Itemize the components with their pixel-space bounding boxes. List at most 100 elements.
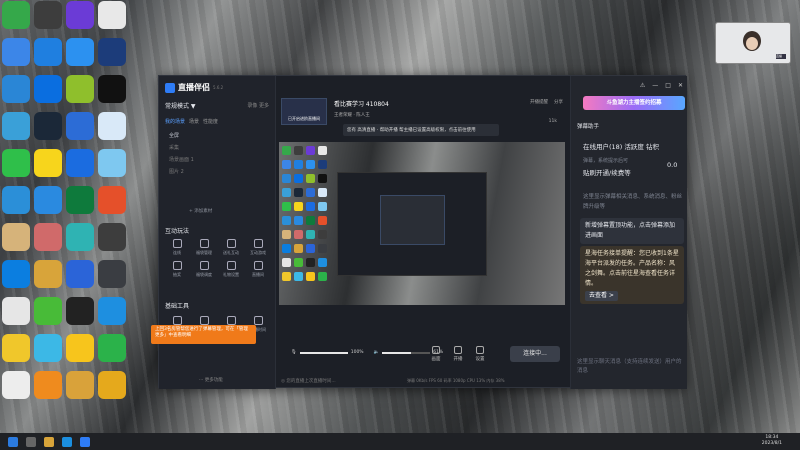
desktop-app-icon[interactable] — [98, 38, 126, 66]
desktop-app-icon[interactable] — [98, 371, 126, 399]
feature-notice-card[interactable]: 新增弹幕置顶功能，点击弹幕添加进画面 — [580, 218, 684, 244]
desktop-app-icon[interactable] — [34, 1, 62, 29]
speaker-volume-slider[interactable] — [382, 351, 431, 354]
desktop-app-icon[interactable] — [34, 297, 62, 325]
desktop-app-icon[interactable] — [2, 38, 30, 66]
mic-volume-slider[interactable] — [299, 351, 348, 354]
chat-input-hint[interactable]: 这里显示聊天消息（支持连续发送）用户的消息 — [577, 358, 682, 376]
close-button[interactable]: ✕ — [678, 82, 683, 89]
clock[interactable]: 18:34 2023/8/1 — [762, 435, 782, 447]
tool-button[interactable]: 福袋调度 — [192, 261, 216, 278]
tool-button[interactable]: 互动游戏 — [246, 239, 270, 256]
right-panel: ⚠ — □ ✕ 斗鱼湖力主播签约招募 弹幕助手 在线用户(18) 活跃度 钻积 … — [570, 76, 687, 389]
notification-toast[interactable]: 上回3名房管帮您进行了弹幕管理，可在「管理更多」中查看明细 — [151, 325, 256, 344]
stream-cover-thumbnail[interactable]: 已开启进阶直播间 — [281, 98, 327, 125]
desktop-app-icon[interactable] — [66, 260, 94, 288]
mic-icon[interactable]: 🎙 — [291, 350, 297, 355]
record-link[interactable]: 录像 — [247, 103, 257, 109]
desktop-app-icon[interactable] — [2, 186, 30, 214]
more-link[interactable]: 更多 — [259, 103, 269, 109]
folder-icon[interactable] — [44, 436, 54, 447]
desktop-app-icon[interactable] — [98, 260, 126, 288]
tool-button[interactable]: 连线 — [165, 239, 189, 256]
mode-dropdown[interactable]: 常规模式 ▼ — [165, 101, 196, 110]
desktop-app-icon[interactable] — [2, 112, 30, 140]
warning-icon[interactable]: ⚠ — [640, 82, 645, 89]
desktop-app-icon[interactable] — [66, 371, 94, 399]
desktop-app-icon[interactable] — [66, 297, 94, 325]
maximize-button[interactable]: □ — [665, 82, 671, 89]
share-button[interactable]: 分享 — [554, 99, 563, 105]
scene-item-capture[interactable]: 采集 — [169, 144, 179, 151]
desktop-app-icon[interactable] — [98, 186, 126, 214]
desktop-app-icon[interactable] — [66, 334, 94, 362]
ctrl-settings[interactable]: 设置 — [471, 346, 489, 362]
desktop-app-icon[interactable] — [98, 223, 126, 251]
tool-button[interactable]: 礼物设置 — [219, 261, 243, 278]
add-material-button[interactable]: + 添加素材 — [189, 208, 212, 214]
desktop-app-icon[interactable] — [66, 75, 94, 103]
tool-button[interactable]: 福袋管理 — [192, 239, 216, 256]
stream-preview[interactable] — [279, 142, 565, 305]
scene-item-screen-1[interactable]: 场景画面 1 — [169, 156, 194, 163]
desktop-app-icon[interactable] — [2, 149, 30, 177]
desktop-app-icon[interactable] — [98, 334, 126, 362]
go-view-button[interactable]: 去查看 > — [585, 291, 618, 301]
tab-performance[interactable]: 性能度 — [203, 118, 218, 125]
permission-notice[interactable]: 您有 高清直播 · 帮助开播 帮主播已设置高级权限，点击前往使用 — [343, 124, 499, 136]
desktop-app-icon[interactable] — [2, 371, 30, 399]
minimize-button[interactable]: — — [652, 82, 658, 89]
tab-my-scenes[interactable]: 我的场景 — [165, 118, 185, 125]
ctrl-screen[interactable]: 画面 — [427, 346, 445, 362]
desktop-app-icon[interactable] — [98, 297, 126, 325]
desktop-app-icon[interactable] — [2, 1, 30, 29]
scene-item-image-2[interactable]: 图片 2 — [169, 168, 184, 175]
desktop-app-icon[interactable] — [34, 260, 62, 288]
start-icon[interactable] — [8, 436, 18, 447]
desktop-app-icon[interactable] — [98, 149, 126, 177]
desktop-app-icon[interactable] — [34, 75, 62, 103]
tool-button[interactable]: 直播间 — [246, 261, 270, 278]
desktop-app-icon[interactable] — [66, 1, 94, 29]
desktop-app-icon[interactable] — [34, 38, 62, 66]
desktop-app-icon[interactable] — [34, 112, 62, 140]
desktop-app-icon[interactable] — [34, 186, 62, 214]
live-icon — [454, 346, 462, 354]
desktop-app-icon[interactable] — [2, 260, 30, 288]
desktop-app-icon[interactable] — [98, 112, 126, 140]
ctrl-live[interactable]: 开播 — [449, 346, 467, 362]
search-icon[interactable] — [26, 436, 36, 447]
desktop-app-icon[interactable] — [2, 334, 30, 362]
scene-item-fullscreen[interactable]: 全屏 — [169, 132, 179, 139]
speaker-icon[interactable]: 🔈 — [374, 350, 380, 355]
desktop-app-icon[interactable] — [66, 149, 94, 177]
live-app-taskbar-icon[interactable] — [80, 436, 90, 447]
recruit-banner[interactable]: 斗鱼湖力主播签约招募 — [583, 96, 685, 110]
desktop-app-icon[interactable] — [2, 223, 30, 251]
desktop-app-icon[interactable] — [2, 297, 30, 325]
online-users-row[interactable]: 在线用户(18) 活跃度 钻积 — [583, 142, 659, 152]
desktop-app-icon[interactable] — [2, 75, 30, 103]
desktop-app-icon[interactable] — [66, 112, 94, 140]
desktop-app-icon[interactable] — [34, 334, 62, 362]
desktop-app-icon[interactable] — [66, 38, 94, 66]
tab-scenes[interactable]: 场景 — [189, 118, 199, 125]
task-notice-card[interactable]: 星海任务接单提醒：您已收到1条星海平台派发的任务。产品名称：风之剑舞。点击前往星… — [580, 246, 684, 304]
stream-category[interactable]: 王者荣耀 · 陈人王 — [334, 112, 370, 118]
edge-icon[interactable] — [62, 436, 72, 447]
desktop-app-icon[interactable] — [98, 1, 126, 29]
tool-button[interactable]: 送礼互动 — [219, 239, 243, 256]
stream-title[interactable]: 看比赛学习 410804 — [334, 99, 389, 108]
desktop-app-icon[interactable] — [98, 75, 126, 103]
more-functions-button[interactable]: ··· 更多功能 — [199, 377, 223, 383]
app-name: 直播伴侣 — [178, 83, 210, 92]
preview-mini-icon — [294, 272, 303, 281]
desktop-app-icon[interactable] — [34, 371, 62, 399]
live-reminder-button[interactable]: 开播提醒 — [530, 99, 548, 105]
desktop-app-icon[interactable] — [66, 186, 94, 214]
desktop-app-icon[interactable] — [66, 223, 94, 251]
connect-button[interactable]: 连接中... — [510, 346, 560, 362]
desktop-app-icon[interactable] — [34, 223, 62, 251]
desktop-app-icon[interactable] — [34, 149, 62, 177]
tool-button[interactable]: 抽奖 — [165, 261, 189, 278]
